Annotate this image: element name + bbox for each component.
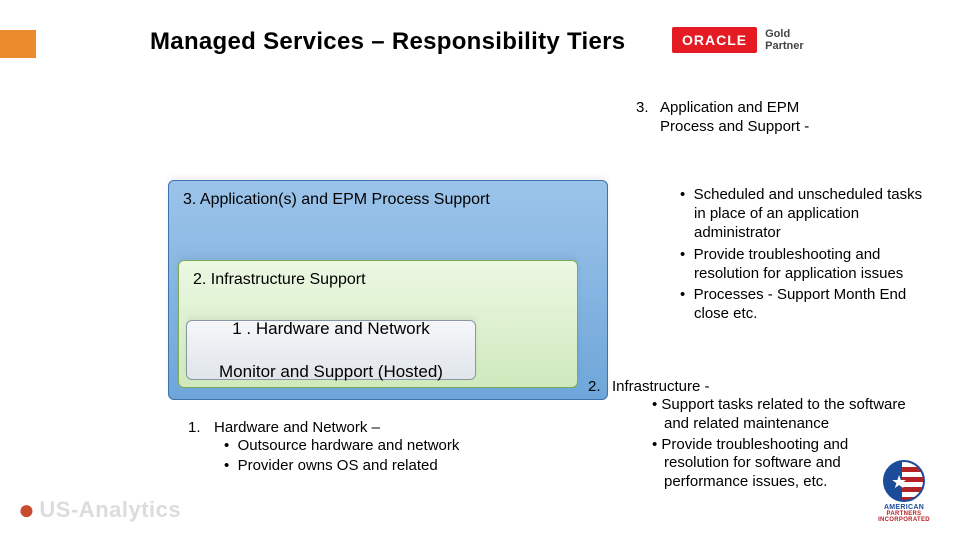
logo-bullet-icon: ● (18, 494, 35, 526)
tier-1-label-b: Monitor and Support (Hosted) (219, 361, 443, 382)
accent-bar (0, 30, 36, 58)
list-item: • Scheduled and unscheduled tasks in pla… (680, 185, 930, 243)
section-1-heading: 1. Hardware and Network – (214, 418, 574, 438)
tier-stack: 3. Application(s) and EPM Process Suppor… (168, 180, 620, 406)
list-item: • Provide troubleshooting and resolution… (680, 245, 930, 283)
tier-3-label: 3. Application(s) and EPM Process Suppor… (183, 191, 490, 209)
tier-1-block: 1 . Hardware and Network Monitor and Sup… (186, 320, 476, 380)
flag-icon: ★ (883, 460, 925, 502)
oracle-partner-badge: ORACLE Gold Partner (672, 24, 852, 56)
list-item: • Support tasks related to the software … (652, 396, 912, 434)
section-1-bullets: • Outsource hardware and network • Provi… (224, 436, 564, 475)
section-3-bullets: • Scheduled and unscheduled tasks in pla… (680, 185, 930, 325)
section-3-heading: 3. Application and EPM Process and Suppo… (660, 99, 850, 137)
tier-2-label: 2. Infrastructure Support (193, 271, 366, 289)
list-item: • Processes - Support Month End close et… (680, 285, 930, 323)
tier-1-label-a: 1 . Hardware and Network (219, 318, 443, 339)
gold-partner-text: Gold Partner (765, 28, 804, 52)
american-partners-logo: ★ AMERICAN PARTNERS INCORPORATED (864, 460, 944, 530)
us-analytics-logo: ●US-Analytics (18, 494, 181, 526)
list-item: • Provider owns OS and related (224, 456, 564, 476)
oracle-logo: ORACLE (672, 27, 757, 53)
section-2-heading: 2. Infrastructure - (612, 378, 932, 397)
slide-title: Managed Services – Responsibility Tiers (150, 28, 625, 56)
list-item: • Outsource hardware and network (224, 436, 564, 456)
